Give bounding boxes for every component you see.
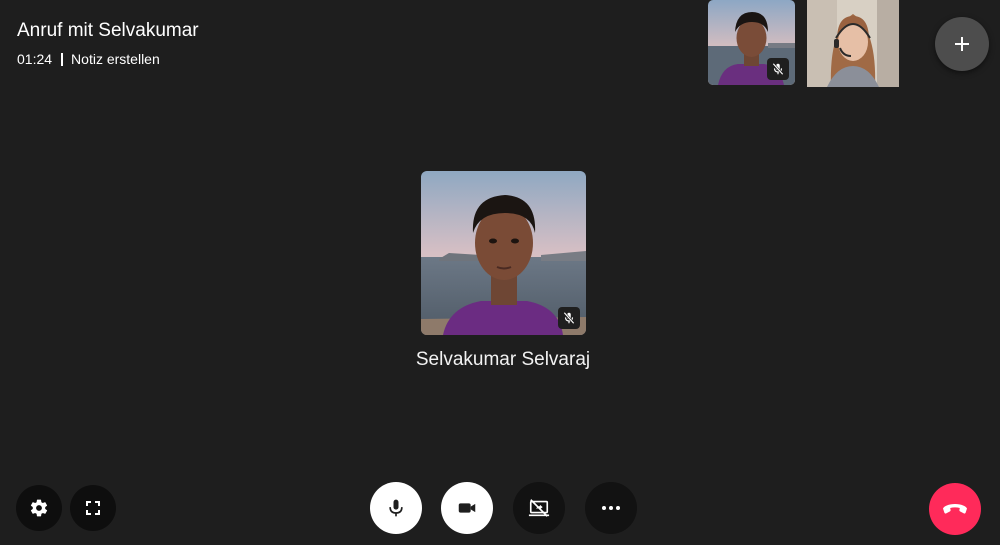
plus-icon — [955, 37, 969, 51]
participant-name: Selvakumar Selvaraj — [415, 349, 591, 370]
divider — [61, 52, 64, 66]
muted-indicator — [767, 58, 789, 80]
video-camera-icon — [458, 503, 476, 513]
microphone-button[interactable] — [370, 482, 422, 534]
phone-hangup-icon — [943, 504, 967, 514]
add-participant-button[interactable] — [935, 17, 989, 71]
fullscreen-icon — [86, 501, 100, 515]
main-participant-video — [421, 171, 586, 335]
participant-thumbnail-guest[interactable] — [807, 0, 899, 87]
fullscreen-button[interactable] — [70, 485, 116, 531]
call-header: Anruf mit Selvakumar 01:24 Notiz erstell… — [17, 19, 199, 67]
participant-photo — [807, 0, 899, 87]
participant-thumbnail-selvakumar[interactable] — [708, 0, 795, 85]
call-duration: 01:24 — [17, 51, 53, 67]
microphone-off-icon — [772, 62, 784, 76]
settings-button[interactable] — [16, 485, 62, 531]
more-options-button[interactable] — [585, 482, 637, 534]
muted-indicator — [558, 307, 580, 329]
more-horizontal-icon — [602, 506, 620, 510]
create-note-link[interactable]: Notiz erstellen — [71, 51, 160, 67]
hang-up-button[interactable] — [929, 483, 981, 535]
call-title: Anruf mit Selvakumar — [17, 20, 199, 41]
screen-share-button[interactable] — [513, 482, 565, 534]
screen-share-off-icon — [528, 499, 550, 517]
gear-icon — [30, 499, 48, 517]
camera-button[interactable] — [441, 482, 493, 534]
microphone-off-icon — [563, 311, 575, 325]
microphone-icon — [389, 499, 403, 517]
call-info-row: 01:24 Notiz erstellen — [17, 51, 199, 67]
